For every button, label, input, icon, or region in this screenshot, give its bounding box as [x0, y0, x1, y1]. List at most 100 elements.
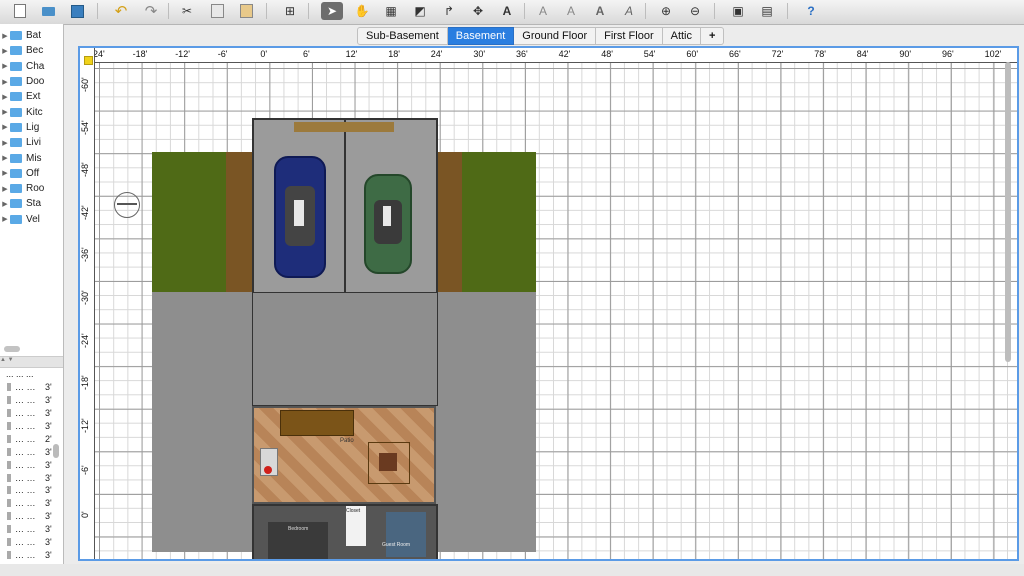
catalog-category[interactable]: ▶ Bat	[0, 28, 62, 43]
catalog-horizontal-scrollbar[interactable]	[4, 346, 20, 352]
expand-triangle-icon[interactable]: ▶	[0, 123, 10, 131]
cut-icon[interactable]: ✂	[176, 2, 198, 20]
catalog-category[interactable]: ▶ Ext	[0, 89, 62, 104]
copy-icon[interactable]	[206, 2, 228, 20]
guest-room[interactable]	[386, 512, 426, 557]
carport-slab[interactable]	[252, 292, 438, 406]
catalog-category[interactable]: ▶ Bec	[0, 43, 62, 58]
expand-triangle-icon[interactable]: ▶	[0, 108, 10, 116]
catalog-category[interactable]: ▶ Doo	[0, 74, 62, 89]
lawn-left[interactable]	[152, 152, 226, 292]
text-style-4-icon[interactable]: A	[618, 2, 640, 20]
create-dimensions-icon[interactable]: ✥	[467, 2, 489, 20]
outdoor-bench[interactable]	[280, 410, 354, 436]
car-green[interactable]	[364, 174, 412, 274]
expand-triangle-icon[interactable]: ▶	[0, 47, 10, 55]
car-blue[interactable]	[274, 156, 326, 278]
ruler-horizontal[interactable]: -24' -18' -12' -6' 0' 6' 12' 18' 24' 30' 36' 42' 48'…	[80, 48, 1017, 63]
furniture-row[interactable]: … … 3'	[0, 510, 62, 523]
furniture-row[interactable]: … … 3'	[0, 523, 62, 536]
ruler-tick-label: -30'	[80, 290, 90, 305]
ruler-vertical[interactable]: -60' -54' -48' -42' -36' -30' -24' -18' -12' -6' 0…	[80, 48, 95, 559]
catalog-category[interactable]: ▶ Kitc	[0, 104, 62, 119]
catalog-category[interactable]: ▶ Cha	[0, 59, 62, 74]
furniture-row[interactable]: … … 3'	[0, 420, 62, 433]
add-text-icon[interactable]: A	[496, 2, 518, 20]
furniture-row[interactable]: … … 3'	[0, 471, 62, 484]
text-style-3-icon[interactable]: A	[589, 2, 611, 20]
patio-room[interactable]: Patio	[252, 406, 436, 504]
furniture-row[interactable]: … … 2'	[0, 432, 62, 445]
garage-divider-wall[interactable]	[344, 120, 346, 292]
furniture-row[interactable]: … … 3'	[0, 497, 62, 510]
furniture-row[interactable]: … … 3'	[0, 407, 62, 420]
expand-triangle-icon[interactable]: ▶	[0, 200, 10, 208]
zoom-out-icon[interactable]: ⊖	[684, 2, 706, 20]
catalog-category[interactable]: ▶ Roo	[0, 181, 62, 196]
dirt-strip-right[interactable]	[436, 152, 462, 292]
expand-triangle-icon[interactable]: ▶	[0, 139, 10, 147]
zoom-in-icon[interactable]: ⊕	[655, 2, 677, 20]
level-tab[interactable]: Attic	[662, 27, 702, 45]
furniture-list-scrollbar[interactable]	[53, 444, 59, 458]
catalog-category[interactable]: ▶ Off	[0, 166, 62, 181]
open-folder-icon[interactable]	[37, 2, 59, 20]
pan-hand-icon[interactable]: ✋	[351, 2, 373, 20]
create-walls-icon[interactable]: ▦	[380, 2, 402, 20]
level-tab[interactable]: First Floor	[596, 27, 663, 45]
ruler-tick-label: 90'	[899, 49, 912, 59]
redo-icon[interactable]: ↷	[140, 2, 162, 20]
expand-triangle-icon[interactable]: ▶	[0, 215, 10, 223]
level-tab[interactable]: Ground Floor	[514, 27, 597, 45]
plan-vertical-scrollbar[interactable]	[1005, 62, 1011, 362]
furniture-row[interactable]: … … 3'	[0, 484, 62, 497]
garage-shelf[interactable]	[294, 122, 394, 132]
dining-set[interactable]	[368, 442, 410, 484]
level-tab[interactable]: Basement	[447, 27, 515, 45]
expand-triangle-icon[interactable]: ▶	[0, 78, 10, 86]
furniture-row[interactable]: … … 3'	[0, 548, 62, 561]
folder-icon	[10, 107, 22, 117]
expand-triangle-icon[interactable]: ▶	[0, 185, 10, 193]
catalog-category[interactable]: ▶ Livi	[0, 135, 62, 150]
dirt-strip-left[interactable]	[226, 152, 252, 292]
ruler-tick-label: 18'	[388, 49, 400, 59]
lower-rooms[interactable]: Closet Bedroom Guest Room	[252, 504, 438, 559]
photo-icon[interactable]: ▣	[727, 2, 749, 20]
expand-triangle-icon[interactable]: ▶	[0, 32, 10, 40]
furniture-row[interactable]: … … 3'	[0, 536, 62, 549]
catalog-category[interactable]: ▶ Sta	[0, 196, 62, 211]
furniture-row[interactable]: … … 3'	[0, 458, 62, 471]
help-icon[interactable]: ?	[800, 2, 822, 20]
add-furniture-icon[interactable]: ⊞	[279, 2, 301, 20]
furniture-row[interactable]: … … 3'	[0, 394, 62, 407]
expand-triangle-icon[interactable]: ▶	[0, 62, 10, 70]
furniture-row[interactable]: … … 3'	[0, 381, 62, 394]
select-arrow-icon[interactable]: ➤	[321, 2, 343, 20]
ruler-tick-label: -12'	[80, 418, 90, 433]
plan-view[interactable]: Patio Closet Bedroom Guest Room -24' -18'…	[78, 46, 1019, 561]
save-icon[interactable]	[66, 2, 88, 20]
catalog-category[interactable]: ▶ Vel	[0, 212, 62, 227]
catalog-category[interactable]: ▶ Mis	[0, 150, 62, 165]
create-rooms-icon[interactable]: ◩	[409, 2, 431, 20]
furniture-name: … …	[15, 472, 36, 483]
expand-triangle-icon[interactable]: ▶	[0, 154, 10, 162]
text-style-1-icon[interactable]: A	[532, 2, 554, 20]
video-icon[interactable]: ▤	[756, 2, 778, 20]
paste-icon[interactable]	[235, 2, 257, 20]
lawn-right[interactable]	[462, 152, 536, 292]
compass-rose[interactable]	[114, 192, 140, 218]
text-style-2-icon[interactable]: A	[560, 2, 582, 20]
new-file-icon[interactable]	[9, 2, 31, 20]
panel-splitter[interactable]: ▲ ▼	[0, 356, 63, 368]
undo-icon[interactable]: ↶	[110, 2, 132, 20]
level-tab[interactable]: Sub-Basement	[357, 27, 448, 45]
create-polylines-icon[interactable]: ↱	[438, 2, 460, 20]
expand-triangle-icon[interactable]: ▶	[0, 169, 10, 177]
add-level-button[interactable]: +	[701, 27, 725, 45]
expand-triangle-icon[interactable]: ▶	[0, 93, 10, 101]
furniture-list-header[interactable]: ... ... ...	[0, 368, 62, 381]
furniture-name: … …	[15, 433, 36, 444]
catalog-category[interactable]: ▶ Lig	[0, 120, 62, 135]
